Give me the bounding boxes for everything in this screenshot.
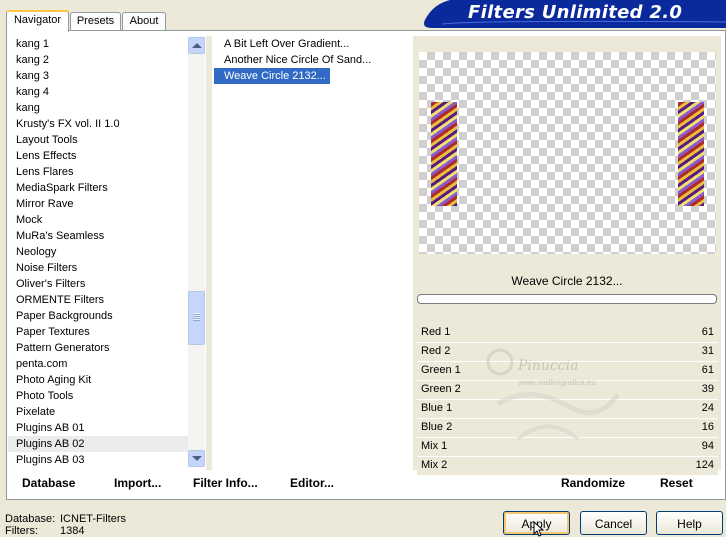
preview-left-stripe <box>431 102 457 206</box>
watermark-logo: Pinuccia www.mafilmgrafica.eu <box>478 344 628 454</box>
slider-label: Green 1 <box>421 364 461 376</box>
preview-right-stripe <box>678 102 704 206</box>
help-button[interactable]: Help <box>656 511 723 535</box>
list-item[interactable]: Another Nice Circle Of Sand... <box>214 52 375 68</box>
list-item[interactable]: Lens Effects <box>8 148 196 164</box>
list-item[interactable]: Oliver's Filters <box>8 276 196 292</box>
list-item[interactable]: Krusty's FX vol. II 1.0 <box>8 116 196 132</box>
database-value: ICNET-Filters <box>60 513 126 525</box>
cursor-icon <box>533 521 545 537</box>
app-title: Filters Unlimited 2.0 <box>468 2 683 23</box>
progress-bar <box>417 294 717 304</box>
slider-label: Red 1 <box>421 326 451 338</box>
list-item[interactable]: kang 3 <box>8 68 196 84</box>
list-item[interactable]: Photo Tools <box>8 388 196 404</box>
slider-value: 31 <box>701 345 714 357</box>
list-item[interactable]: Photo Aging Kit <box>8 372 196 388</box>
title-banner: Filters Unlimited 2.0 <box>420 0 726 28</box>
editor-button[interactable]: Editor... <box>290 476 334 490</box>
scroll-up-button[interactable] <box>188 37 205 54</box>
import-button[interactable]: Import... <box>114 476 161 490</box>
list-item[interactable]: Paper Backgrounds <box>8 308 196 324</box>
filter-info-button[interactable]: Filter Info... <box>193 476 258 490</box>
grip-icon <box>193 313 200 321</box>
slider-value: 39 <box>701 383 714 395</box>
list-item[interactable]: Mirror Rave <box>8 196 196 212</box>
slider-value: 124 <box>695 459 714 471</box>
list-item[interactable]: Lens Flares <box>8 164 196 180</box>
slider-value: 61 <box>701 364 714 376</box>
tab-navigator[interactable]: Navigator <box>6 10 69 32</box>
cancel-button[interactable]: Cancel <box>580 511 647 535</box>
preview-image <box>419 52 716 254</box>
reset-button[interactable]: Reset <box>660 476 693 490</box>
preview-label: Weave Circle 2132... <box>511 274 623 288</box>
slider-mix-2[interactable]: Mix 2 124 <box>417 457 718 476</box>
scroll-thumb[interactable] <box>188 291 205 345</box>
randomize-button[interactable]: Randomize <box>561 476 625 490</box>
filters-label: Filters: <box>5 525 38 537</box>
list-item[interactable]: Neology <box>8 244 196 260</box>
chevron-down-icon <box>192 456 202 461</box>
list-item[interactable]: Plugins AB 01 <box>8 420 196 436</box>
list-item[interactable]: kang <box>8 100 196 116</box>
watermark-name: Pinuccia <box>518 358 579 374</box>
list-item[interactable]: kang 4 <box>8 84 196 100</box>
list-item[interactable]: Plugins AB 03 <box>8 452 196 468</box>
list-item[interactable]: A Bit Left Over Gradient... <box>214 36 353 52</box>
list-item[interactable]: penta.com <box>8 356 196 372</box>
slider-value: 61 <box>701 326 714 338</box>
database-button[interactable]: Database <box>22 476 75 490</box>
database-label: Database: <box>5 513 56 525</box>
list-item[interactable]: MediaSpark Filters <box>8 180 196 196</box>
slider-label: Mix 2 <box>421 459 448 471</box>
filters-count: 1384 <box>60 525 85 537</box>
list-item[interactable]: kang 1 <box>8 36 196 52</box>
list-divider <box>206 36 212 470</box>
slider-label: Blue 2 <box>421 421 453 433</box>
tab-presets[interactable]: Presets <box>70 12 121 30</box>
list-item-selected[interactable]: Plugins AB 02 <box>8 436 196 452</box>
slider-value: 94 <box>701 440 714 452</box>
category-list[interactable]: kang 1 kang 2 kang 3 kang 4 kang Krusty'… <box>8 36 196 470</box>
slider-label: Mix 1 <box>421 440 448 452</box>
list-item-selected[interactable]: Weave Circle 2132... <box>214 68 330 84</box>
chevron-up-icon <box>192 43 202 48</box>
list-item[interactable]: Layout Tools <box>8 132 196 148</box>
slider-label: Red 2 <box>421 345 451 357</box>
list-item[interactable]: Paper Textures <box>8 324 196 340</box>
list-item[interactable]: Noise Filters <box>8 260 196 276</box>
list-item[interactable]: kang 2 <box>8 52 196 68</box>
slider-label: Blue 1 <box>421 402 453 414</box>
list-item[interactable]: MuRa's Seamless <box>8 228 196 244</box>
category-scrollbar[interactable] <box>188 37 205 467</box>
list-item[interactable]: Pattern Generators <box>8 340 196 356</box>
slider-value: 16 <box>701 421 714 433</box>
filter-list[interactable]: A Bit Left Over Gradient... Another Nice… <box>214 36 410 470</box>
slider-value: 24 <box>701 402 714 414</box>
scroll-down-button[interactable] <box>188 450 205 467</box>
list-item[interactable]: Pixelate <box>8 404 196 420</box>
slider-red-1[interactable]: Red 1 61 <box>417 324 718 343</box>
watermark-site: www.mafilmgrafica.eu <box>518 378 596 387</box>
list-item[interactable]: Mock <box>8 212 196 228</box>
list-item[interactable]: ORMENTE Filters <box>8 292 196 308</box>
slider-label: Green 2 <box>421 383 461 395</box>
tab-about[interactable]: About <box>122 12 166 30</box>
